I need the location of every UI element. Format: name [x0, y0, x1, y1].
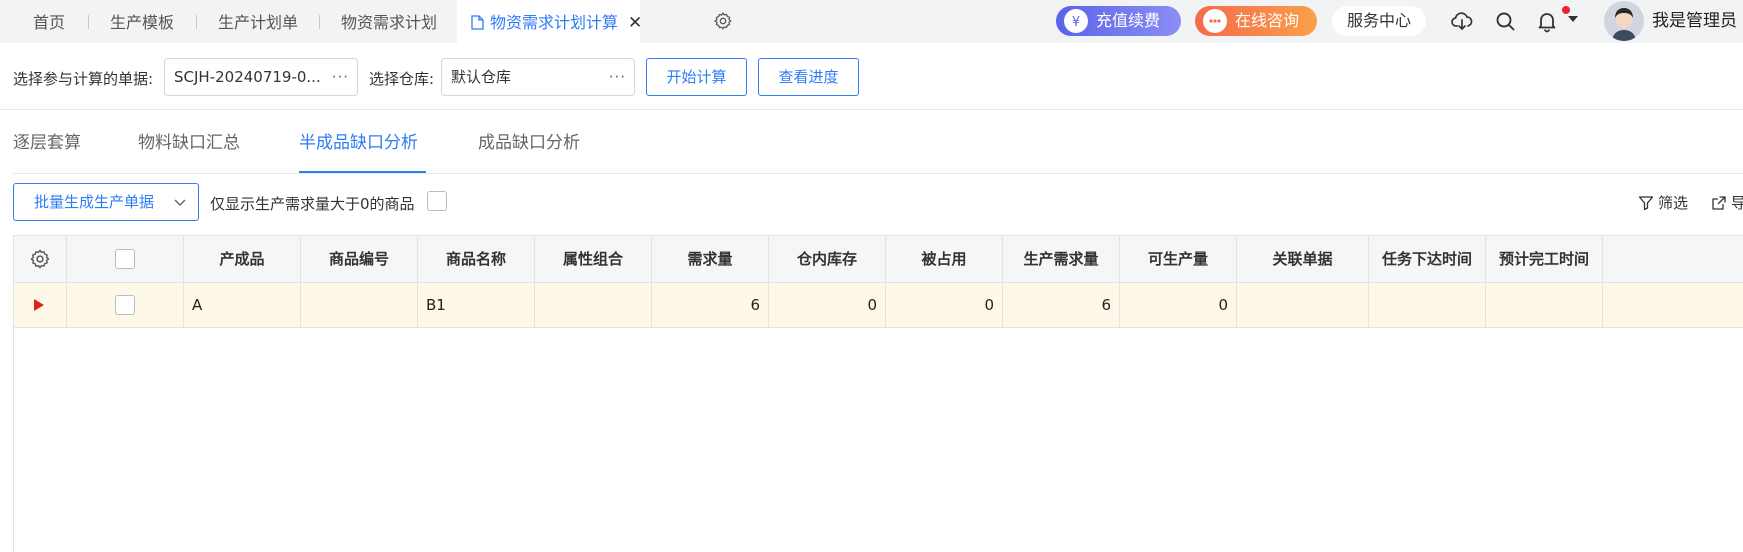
current-row-marker-cell	[14, 283, 67, 327]
only-positive-checkbox[interactable]	[427, 191, 447, 211]
tab-separator	[196, 15, 197, 29]
cell-code[interactable]	[301, 283, 418, 327]
subtab-layer-calc[interactable]: 逐层套算	[13, 128, 81, 153]
column-header[interactable]: 商品编号	[301, 236, 418, 282]
select-all-cell	[67, 236, 184, 282]
cell-related[interactable]	[1237, 283, 1369, 327]
doc-select-label: 选择参与计算的单据:	[13, 70, 154, 88]
chevron-down-icon[interactable]	[174, 196, 186, 208]
doc-select-value: SCJH-20240719-0...	[174, 68, 321, 86]
online-consult-label: 在线咨询	[1235, 11, 1300, 30]
select-all-checkbox[interactable]	[115, 249, 135, 269]
filter-label: 筛选	[1658, 194, 1689, 212]
tab-material-plan-calc[interactable]: 物资需求计划计算 ✕	[457, 0, 642, 46]
column-settings-cell	[14, 236, 67, 282]
tab-home[interactable]: 首页	[33, 0, 65, 43]
batch-generate-button[interactable]: 批量生成生产单据	[13, 183, 199, 221]
cell-producible[interactable]: 0	[1120, 283, 1237, 327]
column-header[interactable]: 仓内库存	[769, 236, 886, 282]
column-header[interactable]: 任务下达时间	[1369, 236, 1486, 282]
caret-down-icon[interactable]	[1568, 16, 1578, 22]
cell-name[interactable]: B1	[418, 283, 535, 327]
recharge-button[interactable]: ¥ 充值续费	[1056, 6, 1181, 36]
cell-occupied[interactable]: 0	[886, 283, 1003, 327]
username[interactable]: 我是管理员	[1652, 0, 1737, 43]
only-positive-label: 仅显示生产需求量大于0的商品	[210, 195, 415, 213]
cell-issue-time[interactable]	[1369, 283, 1486, 327]
column-header[interactable]: 产成品	[184, 236, 301, 282]
close-icon[interactable]: ✕	[628, 0, 642, 46]
export-icon	[1712, 196, 1726, 210]
subtab-finished-shortage[interactable]: 成品缺口分析	[478, 128, 580, 153]
column-header[interactable]: 可生产量	[1120, 236, 1237, 282]
table-row[interactable]: A B1 6 0 0 6 0	[14, 283, 1743, 328]
bell-icon[interactable]	[1535, 9, 1559, 33]
subtab-material-shortage[interactable]: 物料缺口汇总	[138, 128, 240, 153]
column-header[interactable]: 预计完工时间	[1486, 236, 1603, 282]
export-button[interactable]: 导	[1711, 192, 1743, 213]
column-header[interactable]: 生产需求量	[1003, 236, 1120, 282]
data-table: 产成品 商品编号 商品名称 属性组合 需求量 仓内库存 被占用 生产需求量 可生…	[13, 235, 1743, 552]
svg-text:¥: ¥	[1072, 15, 1080, 30]
cell-finish-time[interactable]	[1486, 283, 1603, 327]
filter-icon	[1638, 196, 1654, 211]
warehouse-value: 默认仓库	[451, 68, 512, 86]
row-select-cell	[67, 283, 184, 327]
column-header[interactable]: 属性组合	[535, 236, 652, 282]
cloud-download-icon[interactable]	[1450, 9, 1474, 33]
service-center-button[interactable]: 服务中心	[1332, 6, 1426, 36]
subtab-semi-finished-shortage[interactable]: 半成品缺口分析	[299, 128, 418, 153]
cell-prod-demand[interactable]: 6	[1003, 283, 1120, 327]
divider	[0, 109, 1743, 110]
top-tab-bar: 首页 生产模板 生产计划单 物资需求计划 物资需求计划计算 ✕ ¥ 充值续费 在线…	[0, 0, 1743, 43]
subtab-divider	[13, 173, 1743, 174]
column-header[interactable]: 需求量	[652, 236, 769, 282]
view-progress-button[interactable]: 查看进度	[758, 58, 859, 96]
tab-material-plan[interactable]: 物资需求计划	[341, 0, 437, 43]
tab-production-plan[interactable]: 生产计划单	[218, 0, 298, 43]
chat-bubble-icon	[1203, 9, 1227, 33]
recharge-label: 充值续费	[1096, 11, 1161, 30]
settings-icon[interactable]	[713, 11, 733, 31]
active-tab-label: 物资需求计划计算	[490, 13, 619, 32]
cell-stock[interactable]: 0	[769, 283, 886, 327]
row-checkbox[interactable]	[115, 295, 135, 315]
batch-generate-label: 批量生成生产单据	[34, 193, 155, 211]
online-consult-button[interactable]: 在线咨询	[1195, 6, 1317, 36]
tab-separator	[88, 15, 89, 29]
export-label: 导	[1731, 194, 1743, 212]
tab-production-template[interactable]: 生产模板	[110, 0, 174, 43]
more-dots-icon[interactable]: ···	[332, 59, 349, 95]
more-dots-icon[interactable]: ···	[609, 59, 626, 95]
notification-dot	[1562, 6, 1570, 14]
warehouse-label: 选择仓库:	[369, 70, 435, 88]
column-header[interactable]: 被占用	[886, 236, 1003, 282]
active-subtab-indicator	[299, 171, 426, 173]
tab-separator	[319, 15, 320, 29]
table-header: 产成品 商品编号 商品名称 属性组合 需求量 仓内库存 被占用 生产需求量 可生…	[14, 236, 1743, 283]
column-header[interactable]: 商品名称	[418, 236, 535, 282]
cell-product[interactable]: A	[184, 283, 301, 327]
document-icon	[471, 15, 484, 30]
warehouse-select-field[interactable]: 默认仓库 ···	[441, 58, 635, 96]
cell-demand[interactable]: 6	[652, 283, 769, 327]
search-icon[interactable]	[1493, 9, 1517, 33]
settings-icon[interactable]	[29, 248, 51, 270]
current-row-arrow-icon	[34, 299, 44, 311]
start-calc-button[interactable]: 开始计算	[646, 58, 747, 96]
cell-attrs[interactable]	[535, 283, 652, 327]
column-header[interactable]: 关联单据	[1237, 236, 1369, 282]
avatar[interactable]	[1604, 1, 1644, 41]
filter-button[interactable]: 筛选	[1638, 192, 1688, 213]
doc-select-field[interactable]: SCJH-20240719-0... ···	[164, 58, 358, 96]
money-bag-icon: ¥	[1064, 9, 1088, 33]
